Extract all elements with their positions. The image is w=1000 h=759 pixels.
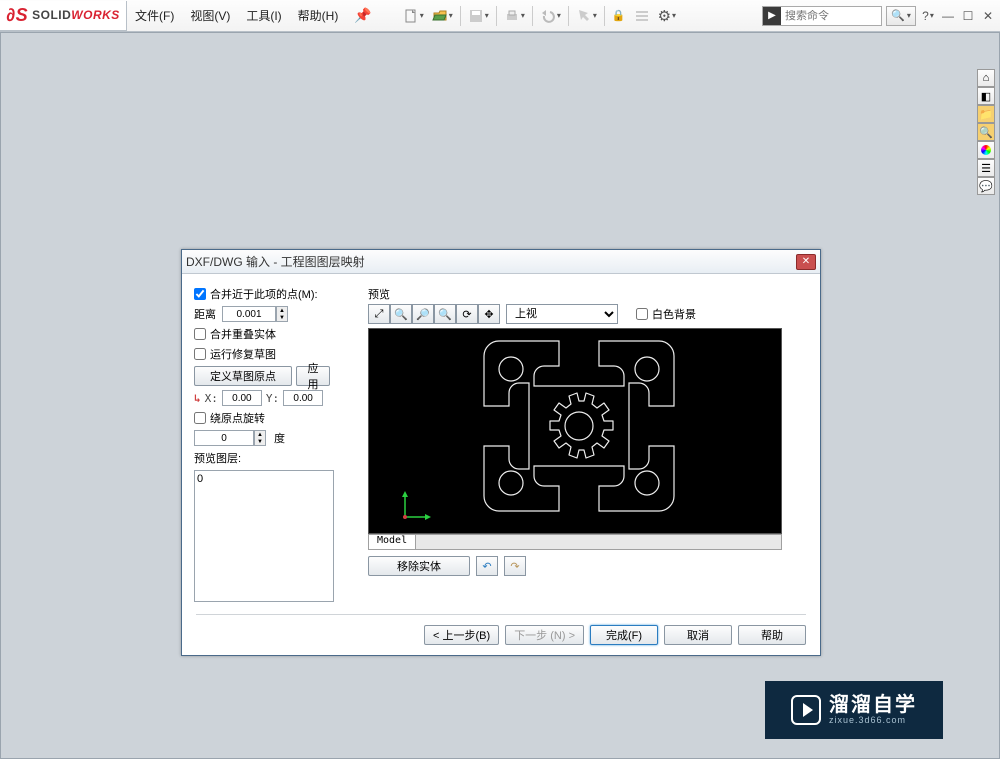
zoom-out-icon[interactable]: 🔍 bbox=[434, 304, 456, 324]
search-button[interactable]: 🔍▾ bbox=[886, 6, 916, 26]
settings-button[interactable]: ⚙▾ bbox=[655, 4, 679, 28]
rotate-up[interactable]: ▲ bbox=[255, 431, 265, 438]
model-tabstrip: Model bbox=[368, 534, 782, 550]
finish-button[interactable]: 完成(F) bbox=[590, 625, 658, 645]
watermark-main: 溜溜自学 bbox=[829, 694, 917, 716]
dialog-title: DXF/DWG 输入 - 工程图图层映射 bbox=[186, 253, 365, 270]
taskpane-forum-icon[interactable]: 💬 bbox=[977, 177, 995, 195]
run-repair-checkbox[interactable]: 运行修复草图 bbox=[194, 346, 354, 362]
import-dialog: DXF/DWG 输入 - 工程图图层映射 ✕ 合并近于此项的点(M): 距离 ▲… bbox=[181, 249, 821, 656]
pan-icon[interactable]: ✥ bbox=[478, 304, 500, 324]
taskpane-properties-icon[interactable]: ☰ bbox=[977, 159, 995, 177]
back-button[interactable]: < 上一步(B) bbox=[424, 625, 499, 645]
distance-label: 距离 bbox=[194, 306, 216, 322]
x-label: X: bbox=[205, 392, 218, 405]
y-label: Y: bbox=[266, 392, 279, 405]
undo-button[interactable]: ▾ bbox=[537, 4, 564, 28]
layer-item-0[interactable]: 0 bbox=[197, 473, 331, 485]
menu-help[interactable]: 帮助(H) bbox=[290, 2, 347, 30]
select-button[interactable]: ▾ bbox=[573, 4, 600, 28]
close-app-button[interactable]: ✕ bbox=[980, 8, 996, 24]
dialog-close-button[interactable]: ✕ bbox=[796, 254, 816, 270]
maximize-button[interactable]: ☐ bbox=[960, 8, 976, 24]
next-button: 下一步 (N) > bbox=[505, 625, 584, 645]
taskpane-view-icon[interactable]: 🔍 bbox=[977, 123, 995, 141]
view-toolbar: ⤢ 🔍 🔎 🔍 ⟳ ✥ bbox=[368, 304, 500, 324]
undo-icon[interactable]: ↶ bbox=[476, 556, 498, 576]
menu-tools[interactable]: 工具(I) bbox=[238, 2, 289, 30]
command-icon[interactable]: ▶ bbox=[763, 7, 781, 25]
search-box: ▶ bbox=[762, 6, 882, 26]
watermark: 溜溜自学 zixue.3d66.com bbox=[765, 681, 943, 739]
options-list-button[interactable] bbox=[631, 4, 653, 28]
distance-up[interactable]: ▲ bbox=[277, 307, 287, 314]
origin-icon: ↳ bbox=[194, 392, 201, 405]
rotate-input[interactable] bbox=[194, 430, 254, 446]
taskpane-appearance-icon[interactable] bbox=[977, 141, 995, 159]
save-button[interactable]: ▾ bbox=[465, 4, 492, 28]
x-input[interactable] bbox=[222, 390, 262, 406]
watermark-play-icon bbox=[791, 695, 821, 725]
task-pane: ⌂ ◧ 📁 🔍 ☰ 💬 bbox=[977, 69, 997, 195]
workspace: ⌂ ◧ 📁 🔍 ☰ 💬 DXF/DWG 输入 - 工程图图层映射 ✕ 合并近于此… bbox=[0, 32, 1000, 759]
menu-file[interactable]: 文件(F) bbox=[127, 2, 182, 30]
dialog-footer: < 上一步(B) 下一步 (N) > 完成(F) 取消 帮助 bbox=[196, 614, 806, 655]
preview-label: 预览 bbox=[368, 286, 390, 302]
zoom-fit-icon[interactable]: ⤢ bbox=[368, 304, 390, 324]
rotate-view-icon[interactable]: ⟳ bbox=[456, 304, 478, 324]
zoom-area-icon[interactable]: 🔍 bbox=[390, 304, 412, 324]
new-button[interactable]: ▾ bbox=[400, 4, 427, 28]
zoom-in-icon[interactable]: 🔎 bbox=[412, 304, 434, 324]
tab-model[interactable]: Model bbox=[369, 535, 416, 549]
layers-listbox[interactable]: 0 bbox=[194, 470, 334, 602]
white-bg-checkbox[interactable] bbox=[636, 308, 648, 320]
rebuild-button[interactable]: 🔒 bbox=[609, 4, 629, 28]
minimize-button[interactable]: — bbox=[940, 8, 956, 24]
preview-layers-label: 预览图层: bbox=[194, 450, 354, 466]
menu-view[interactable]: 视图(V) bbox=[182, 2, 238, 30]
quick-access-toolbar: ▾ ▾ ▾ ▾ ▾ ▾ 🔒 ⚙▾ bbox=[400, 1, 679, 31]
watermark-sub: zixue.3d66.com bbox=[829, 716, 917, 726]
preview-panel: 预览 ⤢ 🔍 🔎 🔍 ⟳ ✥ 上视 bbox=[368, 286, 808, 602]
pin-icon[interactable]: 📌 bbox=[346, 7, 379, 24]
print-button[interactable]: ▾ bbox=[501, 4, 528, 28]
taskpane-resources-icon[interactable]: ◧ bbox=[977, 87, 995, 105]
options-panel: 合并近于此项的点(M): 距离 ▲▼ 合并重叠实体 运行修复草图 bbox=[194, 286, 354, 602]
taskpane-library-icon[interactable]: 📁 bbox=[977, 105, 995, 123]
rotate-down[interactable]: ▼ bbox=[255, 438, 265, 445]
merge-overlap-checkbox[interactable]: 合并重叠实体 bbox=[194, 326, 354, 342]
search-input[interactable] bbox=[781, 10, 881, 22]
help-dropdown[interactable]: ?▾ bbox=[920, 8, 936, 24]
apply-button[interactable]: 应用 bbox=[296, 366, 330, 386]
preview-canvas[interactable] bbox=[368, 328, 782, 534]
distance-input[interactable] bbox=[222, 306, 276, 322]
distance-down[interactable]: ▼ bbox=[277, 314, 287, 321]
menu-bar: 文件(F) 视图(V) 工具(I) 帮助(H) 📌 bbox=[127, 1, 380, 31]
view-select[interactable]: 上视 bbox=[506, 304, 618, 324]
redo-icon[interactable]: ↷ bbox=[504, 556, 526, 576]
open-button[interactable]: ▾ bbox=[429, 4, 456, 28]
app-logo: ∂S SOLIDWORKS bbox=[0, 1, 127, 31]
right-tools: ▶ 🔍▾ ?▾ — ☐ ✕ bbox=[762, 1, 1000, 31]
dialog-titlebar: DXF/DWG 输入 - 工程图图层映射 ✕ bbox=[182, 250, 820, 274]
white-bg-label: 白色背景 bbox=[652, 306, 696, 322]
y-input[interactable] bbox=[283, 390, 323, 406]
help-button[interactable]: 帮助 bbox=[738, 625, 806, 645]
taskpane-home-icon[interactable]: ⌂ bbox=[977, 69, 995, 87]
remove-entities-button[interactable]: 移除实体 bbox=[368, 556, 470, 576]
cancel-button[interactable]: 取消 bbox=[664, 625, 732, 645]
logo-ds-icon: ∂S bbox=[6, 5, 28, 26]
merge-points-checkbox[interactable]: 合并近于此项的点(M): bbox=[194, 286, 354, 302]
rotate-origin-checkbox[interactable]: 绕原点旋转 bbox=[194, 410, 354, 426]
degree-label: 度 bbox=[274, 430, 285, 446]
application-toolbar: ∂S SOLIDWORKS 文件(F) 视图(V) 工具(I) 帮助(H) 📌 … bbox=[0, 0, 1000, 32]
define-origin-button[interactable]: 定义草图原点 bbox=[194, 366, 292, 386]
